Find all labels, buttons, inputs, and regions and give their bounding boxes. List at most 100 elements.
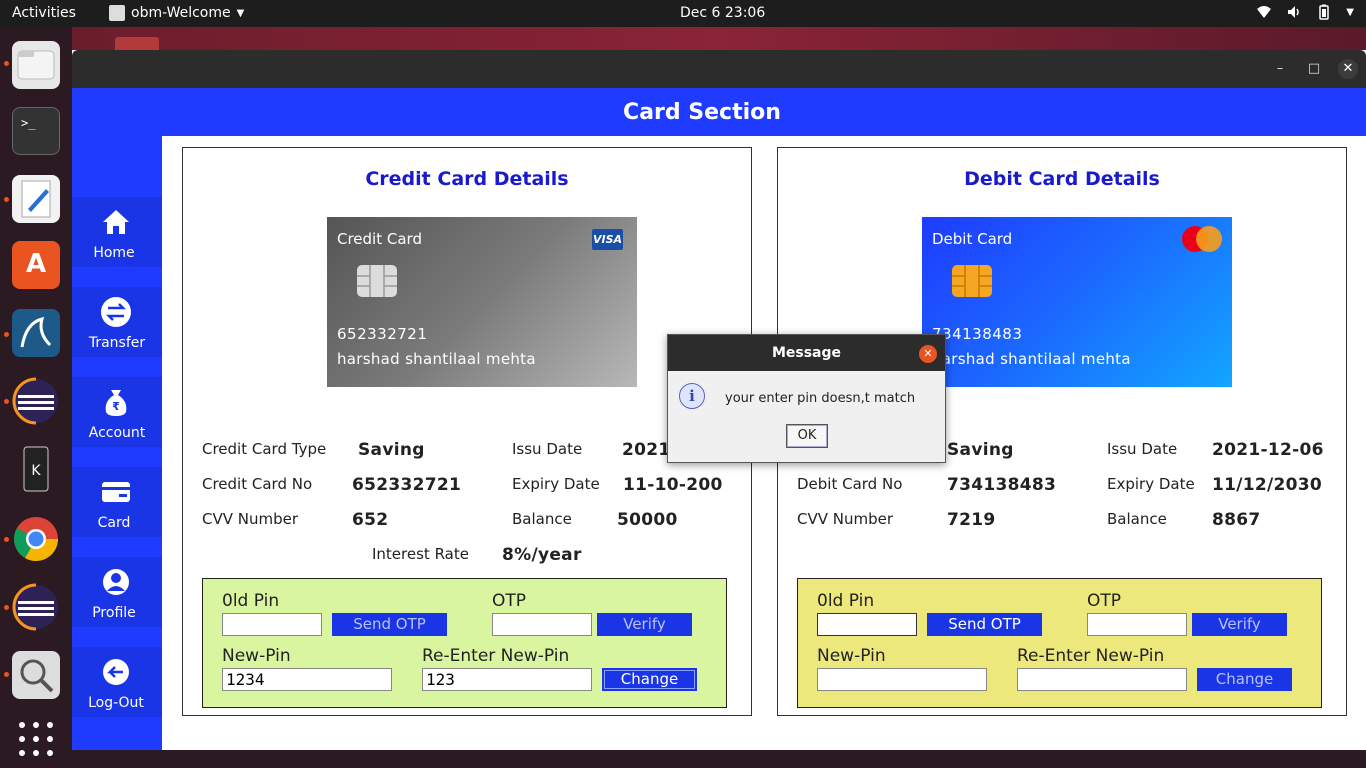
credit-expiry-label: Expiry Date (512, 475, 600, 493)
eclipse-icon-2[interactable] (12, 583, 60, 631)
credit-new-pin-label: New-Pin (222, 646, 291, 666)
credit-reenter-pin-field[interactable]: 123 (422, 668, 592, 691)
credit-issue-value: 2021 (622, 440, 671, 460)
credit-verify-button[interactable]: Verify (597, 613, 692, 636)
credit-pin-change-box: 0ld Pin Send OTP OTP Verify New-Pin 1234… (202, 578, 727, 708)
running-indicator (4, 197, 9, 202)
credit-card-visual: Credit Card VISA 652332721 harshad shant… (327, 217, 637, 387)
sidebar-item-label: Home (93, 245, 135, 261)
credit-expiry-value: 11-10-200 (623, 475, 723, 495)
software-icon[interactable]: A (12, 241, 60, 289)
credit-card-holder: harshad shantilaal mehta (337, 350, 536, 368)
running-indicator (4, 537, 9, 542)
terminal-icon[interactable]: >_ (12, 107, 60, 155)
debit-verify-button[interactable]: Verify (1192, 613, 1287, 636)
rupee-bag-icon: ₹ (105, 390, 127, 416)
running-indicator (4, 61, 9, 66)
top-bar: Activities obm-Welcome ▼ Dec 6 23:06 ▼ (0, 0, 1366, 27)
system-tray[interactable]: ▼ (1256, 4, 1354, 20)
debit-pin-change-box: 0ld Pin Send OTP OTP Verify New-Pin Re-E… (797, 578, 1322, 708)
chrome-icon[interactable] (12, 515, 60, 563)
debit-balance-label: Balance (1107, 510, 1167, 528)
clock[interactable]: Dec 6 23:06 (680, 5, 765, 21)
debit-old-pin-field[interactable] (817, 613, 917, 636)
sidebar-item-label: Profile (92, 605, 136, 621)
files-icon[interactable] (12, 41, 60, 89)
credit-cvv-label: CVV Number (202, 510, 299, 528)
credit-panel-title: Credit Card Details (365, 168, 569, 190)
credit-send-otp-button[interactable]: Send OTP (332, 613, 447, 636)
debit-number-label: Debit Card No (797, 475, 903, 493)
debit-cvv-label: CVV Number (797, 510, 894, 528)
debit-type-value: Saving (947, 440, 1014, 460)
credit-old-pin-label: 0ld Pin (222, 591, 280, 611)
running-indicator (4, 399, 9, 404)
credit-otp-label: OTP (492, 591, 527, 611)
svg-text:K: K (31, 463, 41, 479)
image-viewer-icon[interactable] (12, 651, 60, 699)
sidebar-item-logout[interactable]: Log-Out (72, 647, 162, 717)
credit-old-pin-field[interactable] (222, 613, 322, 636)
running-indicator (4, 605, 9, 610)
desktop-folder-icon (115, 37, 159, 51)
text-editor-icon[interactable] (12, 175, 60, 223)
debit-card-visual: Debit Card 734138483 harshad shantilaal … (922, 217, 1232, 387)
dialog-ok-button[interactable]: OK (786, 424, 828, 448)
window-titlebar[interactable]: – □ ✕ (72, 50, 1366, 88)
sidebar-item-label: Transfer (88, 335, 146, 351)
activities-button[interactable]: Activities (12, 5, 76, 21)
credit-cvv-value: 652 (352, 510, 389, 530)
debit-new-pin-label: New-Pin (817, 646, 886, 666)
debit-expiry-value: 11/12/2030 (1212, 475, 1323, 495)
chevron-down-icon: ▼ (236, 7, 245, 19)
running-indicator (4, 332, 9, 337)
sidebar-item-account[interactable]: ₹ Account (72, 377, 162, 447)
profile-icon (103, 569, 129, 595)
eclipse-icon[interactable] (12, 377, 60, 425)
info-icon: i (679, 383, 705, 409)
credit-balance-value: 50000 (617, 510, 678, 530)
credit-type-value: Saving (358, 440, 425, 460)
battery-icon (1319, 4, 1330, 20)
maximize-button[interactable]: □ (1304, 59, 1324, 79)
debit-reenter-pin-field[interactable] (1017, 668, 1187, 691)
chip-icon (357, 265, 397, 297)
kde-connect-icon[interactable]: K (12, 445, 60, 493)
credit-otp-field[interactable] (492, 613, 592, 636)
sidebar-item-profile[interactable]: Profile (72, 557, 162, 627)
debit-new-pin-field[interactable] (817, 668, 987, 691)
debit-reenter-pin-label: Re-Enter New-Pin (1017, 646, 1165, 666)
sidebar-item-card[interactable]: Card (72, 467, 162, 537)
wifi-icon (1257, 6, 1272, 18)
chevron-down-icon: ▼ (1346, 6, 1354, 18)
credit-type-label: Credit Card Type (202, 440, 327, 458)
debit-panel-title: Debit Card Details (964, 168, 1160, 190)
mastercard-logo (1182, 226, 1222, 252)
debit-change-button[interactable]: Change (1197, 668, 1292, 691)
credit-number-label: Credit Card No (202, 475, 313, 493)
credit-new-pin-field[interactable]: 1234 (222, 668, 392, 691)
dialog-close-button[interactable]: ✕ (919, 345, 937, 363)
logout-icon (103, 659, 129, 685)
app-menu-label: obm-Welcome (131, 5, 231, 21)
debit-balance-value: 8867 (1212, 510, 1261, 530)
minimize-button[interactable]: – (1270, 59, 1290, 79)
visa-logo: VISA (592, 229, 623, 250)
home-icon (103, 210, 129, 234)
debit-send-otp-button[interactable]: Send OTP (927, 613, 1042, 636)
sidebar-item-transfer[interactable]: Transfer (72, 287, 162, 357)
dialog-message: your enter pin doesn,t match (725, 391, 916, 406)
mysql-workbench-icon[interactable] (12, 309, 60, 357)
sidebar-item-home[interactable]: Home (72, 197, 162, 267)
app-icon (109, 5, 125, 21)
debit-issue-value: 2021-12-06 (1212, 440, 1324, 460)
close-button[interactable]: ✕ (1338, 59, 1358, 79)
credit-change-button[interactable]: Change (602, 668, 697, 691)
credit-interest-value: 8%/year (502, 545, 582, 565)
app-menu[interactable]: obm-Welcome ▼ (109, 5, 244, 21)
debit-otp-field[interactable] (1087, 613, 1187, 636)
app-grid-icon[interactable] (12, 715, 60, 763)
sidebar: Home Transfer ₹ Account Card Profile Log… (72, 136, 162, 750)
credit-issue-label: Issu Date (512, 440, 583, 458)
dialog-title[interactable]: Message (668, 335, 945, 371)
